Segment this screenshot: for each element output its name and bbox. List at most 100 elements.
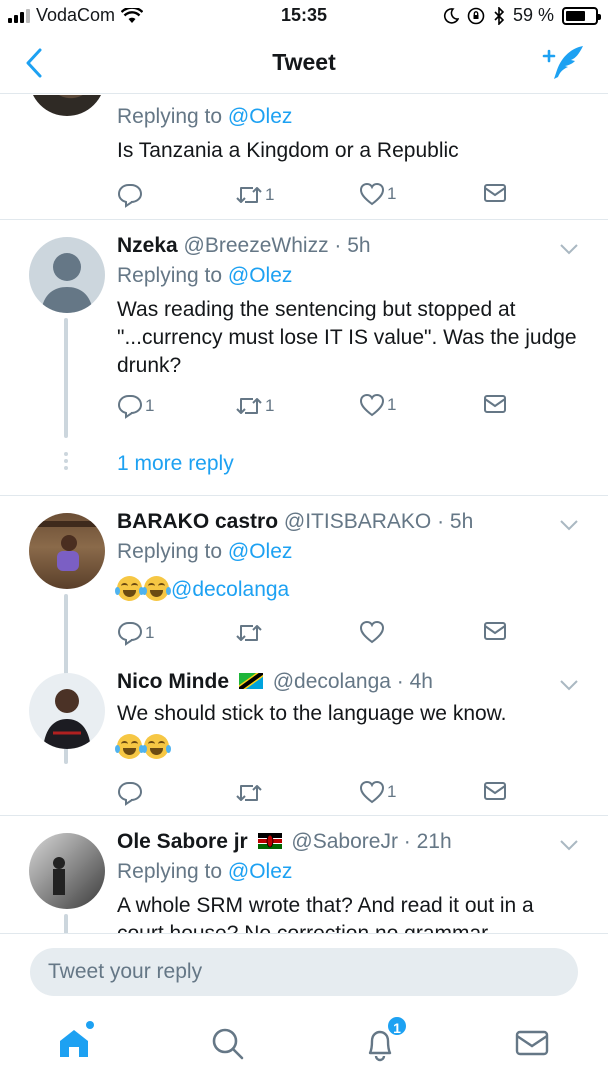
reply-icon bbox=[117, 395, 143, 419]
replying-to: Replying to @Olez bbox=[117, 105, 293, 128]
replying-to: Replying to @Olez bbox=[117, 264, 293, 287]
reply-count: 1 bbox=[145, 623, 155, 642]
like-icon bbox=[359, 393, 385, 417]
thread-line bbox=[64, 914, 68, 933]
avatar[interactable] bbox=[29, 95, 105, 116]
user-handle[interactable]: @ITISBARAKO bbox=[284, 510, 431, 533]
reply-mention-link[interactable]: @Olez bbox=[228, 860, 293, 883]
retweet-icon bbox=[236, 785, 262, 801]
retweet-count: 1 bbox=[265, 185, 275, 204]
tab-search[interactable] bbox=[207, 1023, 251, 1063]
tweet-actions: 1 bbox=[117, 620, 517, 648]
user-handle[interactable]: @BreezeWhizz bbox=[184, 234, 329, 257]
compose-tweet-icon[interactable] bbox=[542, 44, 586, 82]
laughing-emoji bbox=[142, 734, 171, 759]
thread-line bbox=[64, 318, 68, 438]
laughing-emoji bbox=[142, 576, 171, 601]
reply-mention-link[interactable]: @Olez bbox=[228, 264, 293, 287]
reply-button[interactable]: 1 bbox=[117, 393, 154, 419]
reply-icon bbox=[117, 782, 143, 806]
more-replies-link[interactable]: 1 more reply bbox=[117, 452, 234, 476]
like-button[interactable] bbox=[359, 620, 385, 644]
more-replies-dots bbox=[64, 452, 68, 473]
nav-bar: Tweet bbox=[0, 34, 608, 94]
tab-home[interactable] bbox=[54, 1021, 98, 1063]
avatar[interactable] bbox=[29, 237, 105, 313]
like-icon bbox=[359, 620, 385, 644]
reply-mention-link[interactable]: @Olez bbox=[228, 540, 293, 563]
tweet-item[interactable]: Nico Minde @decolanga · 4h We should sti… bbox=[0, 656, 608, 816]
retweet-icon bbox=[236, 187, 262, 203]
like-count: 1 bbox=[387, 184, 397, 203]
reply-composer bbox=[0, 933, 608, 1011]
display-name[interactable]: BARAKO castro bbox=[117, 510, 278, 533]
like-button[interactable]: 1 bbox=[359, 780, 396, 804]
dm-button[interactable] bbox=[483, 780, 507, 802]
bluetooth-icon bbox=[494, 6, 505, 25]
tweet-thread: Replying to @Olez Is Tanzania a Kingdom … bbox=[0, 95, 608, 933]
user-handle[interactable]: @decolanga bbox=[273, 670, 391, 693]
tweet-actions: 1 1 1 bbox=[117, 393, 517, 421]
tab-notifications[interactable]: 1 bbox=[360, 1015, 408, 1063]
tweet-item[interactable]: BARAKO castro @ITISBARAKO · 5h Replying … bbox=[0, 496, 608, 764]
like-button[interactable]: 1 bbox=[359, 182, 396, 206]
display-name[interactable]: Nico Minde bbox=[117, 670, 229, 693]
reply-icon bbox=[117, 184, 143, 208]
reply-input[interactable] bbox=[30, 948, 578, 996]
tweet-emojis bbox=[115, 734, 577, 762]
dm-button[interactable] bbox=[483, 620, 507, 642]
dm-button[interactable] bbox=[483, 393, 507, 415]
tweet-text: Is Tanzania a Kingdom or a Republic bbox=[117, 139, 459, 162]
dm-button[interactable] bbox=[483, 182, 507, 204]
messages-icon bbox=[515, 1030, 549, 1056]
tweet-mention-link[interactable]: @decolanga bbox=[171, 578, 289, 601]
reply-button[interactable] bbox=[117, 182, 143, 208]
status-right: 59 % bbox=[443, 5, 601, 26]
reply-button[interactable] bbox=[117, 780, 143, 806]
retweet-button[interactable]: 1 bbox=[235, 182, 274, 208]
avatar[interactable] bbox=[29, 513, 105, 589]
tweet-item[interactable]: Nzeka @BreezeWhizz · 5h Replying to @Ole… bbox=[0, 220, 608, 496]
tweet-header: BARAKO castro @ITISBARAKO · 5h bbox=[117, 510, 474, 533]
reply-button[interactable]: 1 bbox=[117, 620, 154, 646]
tweet-header: Nico Minde @decolanga · 4h bbox=[117, 670, 433, 693]
dm-icon bbox=[484, 395, 506, 413]
display-name[interactable]: Nzeka bbox=[117, 234, 178, 257]
dm-icon bbox=[484, 782, 506, 800]
reply-mention-link[interactable]: @Olez bbox=[228, 105, 293, 128]
like-button[interactable]: 1 bbox=[359, 393, 396, 417]
tab-messages[interactable] bbox=[512, 1023, 556, 1063]
avatar[interactable] bbox=[29, 673, 105, 749]
replying-to: Replying to @Olez bbox=[117, 540, 293, 563]
reply-count: 1 bbox=[145, 396, 155, 415]
moon-icon bbox=[443, 7, 459, 24]
chevron-down-icon[interactable] bbox=[558, 242, 580, 256]
tweet-text: A whole SRM wrote that? And read it out … bbox=[117, 894, 534, 933]
tweet-item[interactable]: Replying to @Olez Is Tanzania a Kingdom … bbox=[0, 95, 608, 220]
orientation-lock-icon bbox=[467, 7, 485, 24]
like-icon bbox=[359, 780, 385, 804]
dm-icon bbox=[484, 184, 506, 202]
retweet-count: 1 bbox=[265, 396, 275, 415]
reply-icon bbox=[117, 622, 143, 646]
tweet-text: @decolanga bbox=[115, 576, 577, 604]
retweet-button[interactable]: 1 bbox=[235, 393, 274, 419]
avatar[interactable] bbox=[29, 833, 105, 909]
chevron-down-icon[interactable] bbox=[558, 518, 580, 532]
retweet-button[interactable] bbox=[235, 780, 263, 806]
page-title: Tweet bbox=[272, 49, 336, 75]
notifications-badge: 1 bbox=[386, 1015, 408, 1037]
tweet-item[interactable]: Ole Sabore jr @SaboreJr · 21h Replying t… bbox=[0, 816, 608, 933]
dm-icon bbox=[484, 622, 506, 640]
display-name[interactable]: Ole Sabore jr bbox=[117, 830, 248, 853]
chevron-down-icon[interactable] bbox=[558, 838, 580, 852]
tweet-time: 5h bbox=[449, 510, 474, 533]
retweet-button[interactable] bbox=[235, 620, 263, 646]
kenya-flag-icon bbox=[257, 833, 282, 849]
tweet-time: 4h bbox=[409, 670, 433, 693]
chevron-down-icon[interactable] bbox=[558, 678, 580, 692]
user-handle[interactable]: @SaboreJr bbox=[291, 830, 398, 853]
tweet-text: We should stick to the language we know. bbox=[117, 702, 507, 725]
replying-to: Replying to @Olez bbox=[117, 860, 293, 883]
tanzania-flag-icon bbox=[238, 673, 263, 689]
